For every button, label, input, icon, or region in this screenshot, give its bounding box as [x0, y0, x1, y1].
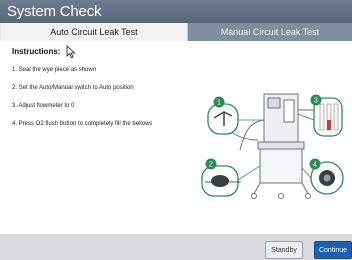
- callout-flowmeter: 3: [310, 94, 343, 137]
- callout-number-2: 2: [209, 162, 213, 169]
- instruction-step-2: 2. Set the Auto/Manual switch to Auto po…: [12, 85, 134, 91]
- instruction-step-1: 1. Seal the wye piece as shown: [12, 67, 97, 73]
- title-bar: System Check: [0, 0, 352, 23]
- knob-label-manual: Manual: [229, 180, 241, 184]
- window-title: System Check: [7, 3, 102, 20]
- instruction-step-3: 3. Adjust flowmeter to 0: [12, 103, 75, 109]
- tab-bar: Auto Circuit Leak Test Manual Circuit Le…: [0, 23, 352, 41]
- callout-o2-flush-button: 4: [309, 158, 344, 195]
- knob-label-auto: Auto: [205, 180, 212, 184]
- callout-number-4: 4: [313, 162, 317, 169]
- callout-number-3: 3: [314, 98, 318, 105]
- callout-wye-piece: 1: [207, 96, 239, 135]
- tab-auto-circuit-leak-test[interactable]: Auto Circuit Leak Test: [1, 23, 188, 41]
- instruction-step-4: 4. Press O2 flush button to completely f…: [12, 121, 153, 127]
- standby-button[interactable]: Standby: [265, 241, 303, 259]
- footer-bar: Standby Continue: [0, 234, 352, 260]
- callout-auto-manual-switch: Auto Manual 2: [201, 158, 241, 197]
- continue-button[interactable]: Continue: [314, 241, 352, 259]
- system-check-window: System Check Auto Circuit Leak Test Manu…: [0, 0, 352, 260]
- mouse-cursor-icon: [66, 45, 76, 59]
- callout-number-1: 1: [217, 100, 221, 107]
- anesthesia-machine-illustration: 1 Auto Manual 2 3 4: [201, 93, 344, 199]
- tab-manual-circuit-leak-test[interactable]: Manual Circuit Leak Test: [188, 23, 352, 41]
- instructions-heading: Instructions:: [12, 47, 61, 56]
